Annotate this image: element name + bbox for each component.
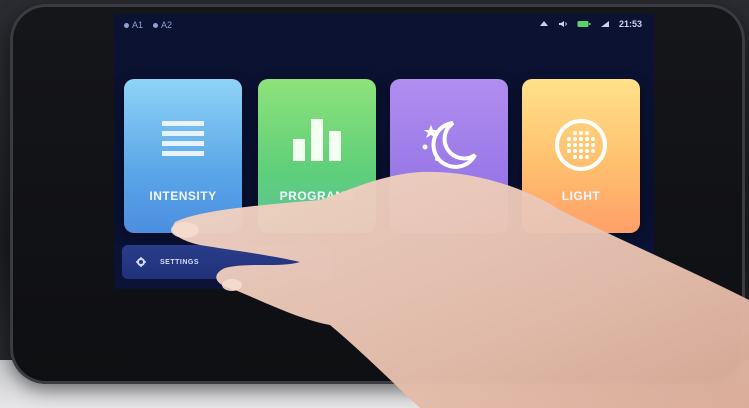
light-dots-icon xyxy=(555,119,607,171)
status-a2: A2 xyxy=(153,20,172,30)
touch-screen: A1 A2 21:53 INTENSITY PROGRAMS LIGHT SET… xyxy=(114,14,654,289)
settings-label: SETTINGS xyxy=(160,258,200,266)
tile-intensity[interactable]: INTENSITY xyxy=(124,79,242,233)
menu-lines-icon xyxy=(162,121,204,156)
signal-icon xyxy=(600,21,609,27)
battery-icon xyxy=(577,21,591,27)
status-bar-left: A1 A2 xyxy=(124,20,172,30)
volume-icon xyxy=(558,21,567,27)
tile-programs[interactable]: PROGRAMS xyxy=(258,79,376,233)
tile-light[interactable]: LIGHT xyxy=(522,79,640,233)
status-a1-label: A1 xyxy=(132,20,144,30)
tile-programs-icon-wrap xyxy=(258,117,376,161)
status-bar-right: 21:53 xyxy=(539,19,642,29)
a1-indicator-icon xyxy=(124,23,129,29)
tile-intensity-label: INTENSITY xyxy=(149,189,217,203)
status-a1: A1 xyxy=(124,20,143,30)
tile-night[interactable] xyxy=(390,79,508,233)
tile-night-icon-wrap xyxy=(390,117,508,173)
bar-chart-icon xyxy=(293,119,341,161)
status-a2-label: A2 xyxy=(161,20,173,30)
tile-light-label: LIGHT xyxy=(561,189,601,203)
gear-icon xyxy=(136,257,146,267)
clock: 21:53 xyxy=(618,19,642,29)
tile-light-icon-wrap xyxy=(522,117,640,173)
a2-indicator-icon xyxy=(153,23,159,29)
bluetooth-icon xyxy=(539,21,548,26)
tile-intensity-icon-wrap xyxy=(124,117,242,157)
tile-programs-label: PROGRAMS xyxy=(279,189,355,203)
moon-stars-icon xyxy=(422,121,477,169)
settings-button[interactable]: SETTINGS xyxy=(122,245,332,279)
device-bezel: A1 A2 21:53 INTENSITY PROGRAMS LIGHT SET… xyxy=(10,4,745,384)
